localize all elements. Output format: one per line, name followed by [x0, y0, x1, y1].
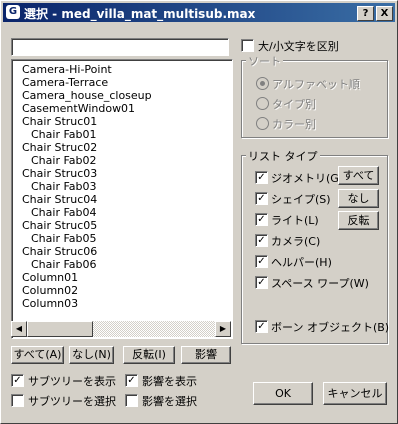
camera-label: カメラ(C): [271, 235, 321, 248]
show-influence-checkbox[interactable]: ✓: [125, 374, 138, 387]
select-subtree-checkbox[interactable]: [11, 394, 24, 407]
ok-button[interactable]: OK: [253, 382, 313, 405]
shape-label: シェイプ(S): [271, 193, 331, 206]
select-all-button[interactable]: すべて(A): [11, 346, 64, 364]
list-item[interactable]: Chair Struc01: [22, 115, 97, 128]
list-item[interactable]: Camera-Terrace: [22, 76, 108, 89]
list-item[interactable]: Chair Struc04: [22, 193, 97, 206]
camera-checkbox[interactable]: ✓: [255, 234, 268, 247]
show-influence-label: 影響を表示: [142, 375, 197, 388]
list-item[interactable]: Chair Fab06: [31, 258, 97, 271]
invert-button[interactable]: 反転(I): [123, 346, 175, 364]
list-item[interactable]: Column03: [22, 297, 78, 310]
bones-checkbox[interactable]: ✓: [255, 320, 268, 333]
select-influence-checkbox[interactable]: [125, 394, 138, 407]
sort-group-label: ソート: [246, 53, 283, 69]
influence-button[interactable]: 影響: [181, 346, 231, 364]
scroll-right-icon[interactable]: ▶: [215, 321, 231, 337]
list-item[interactable]: Column02: [22, 284, 78, 297]
show-subtree-checkbox[interactable]: ✓: [11, 374, 24, 387]
case-sensitive-label: 大/小文字を区別: [258, 40, 339, 53]
list-item[interactable]: Chair Struc06: [22, 245, 97, 258]
list-item[interactable]: Chair Struc03: [22, 167, 97, 180]
list-item[interactable]: CasementWindow01: [22, 102, 135, 115]
types-none-button[interactable]: なし: [338, 189, 379, 208]
select-dialog: G 選択 - med_villa_mat_multisub.max ? X Ca…: [0, 0, 398, 424]
spacewarp-checkbox[interactable]: ✓: [255, 276, 268, 289]
help-button[interactable]: ?: [357, 6, 374, 21]
list-item[interactable]: Camera_house_closeup: [22, 89, 152, 102]
sort-color-label: カラー別: [272, 118, 316, 131]
list-type-group-label: リスト タイプ: [246, 148, 320, 164]
sort-type-radio[interactable]: [256, 97, 269, 110]
list-item[interactable]: Camera-Hi-Point: [22, 63, 112, 76]
list-item[interactable]: Chair Fab05: [31, 232, 97, 245]
geometry-label: ジオメトリ(G): [271, 172, 344, 185]
list-item[interactable]: Column01: [22, 271, 78, 284]
list-item[interactable]: Chair Fab04: [31, 206, 97, 219]
show-subtree-label: サブツリーを表示: [28, 375, 116, 388]
close-button[interactable]: X: [376, 6, 393, 21]
sort-alpha-label: アルファベット順: [272, 78, 360, 91]
select-influence-label: 影響を選択: [142, 395, 197, 408]
horizontal-scrollbar[interactable]: ◀ ▶: [11, 321, 231, 337]
title-bar[interactable]: G 選択 - med_villa_mat_multisub.max ? X: [3, 3, 395, 22]
list-item[interactable]: Chair Struc05: [22, 219, 97, 232]
types-invert-button[interactable]: 反転: [338, 211, 379, 230]
light-checkbox[interactable]: ✓: [255, 213, 268, 226]
types-all-button[interactable]: すべて: [338, 166, 379, 185]
select-none-button[interactable]: なし(N): [69, 346, 114, 364]
select-subtree-label: サブツリーを選択: [28, 395, 116, 408]
helper-label: ヘルパー(H): [271, 256, 332, 269]
light-label: ライト(L): [271, 214, 319, 227]
sort-type-label: タイプ別: [272, 98, 316, 111]
cancel-button[interactable]: キャンセル: [323, 382, 387, 405]
search-input[interactable]: [11, 38, 229, 56]
app-icon: G: [6, 5, 20, 19]
window-title: 選択 - med_villa_mat_multisub.max: [24, 7, 256, 21]
object-list[interactable]: Camera-Hi-Point Camera-Terrace Camera_hous…: [11, 59, 233, 339]
list-item[interactable]: Chair Fab01: [31, 128, 97, 141]
helper-checkbox[interactable]: ✓: [255, 255, 268, 268]
list-item[interactable]: Chair Struc02: [22, 141, 97, 154]
scroll-left-icon[interactable]: ◀: [11, 321, 27, 337]
sort-color-radio[interactable]: [256, 117, 269, 130]
spacewarp-label: スペース ワープ(W): [271, 277, 369, 290]
shape-checkbox[interactable]: ✓: [255, 192, 268, 205]
case-sensitive-checkbox[interactable]: [241, 39, 254, 52]
list-item[interactable]: Chair Fab03: [31, 180, 97, 193]
list-item[interactable]: Chair Fab02: [31, 154, 97, 167]
bones-label: ボーン オブジェクト(B): [271, 321, 390, 334]
scroll-thumb[interactable]: [27, 321, 93, 337]
sort-alpha-radio[interactable]: [256, 77, 269, 90]
geometry-checkbox[interactable]: ✓: [255, 171, 268, 184]
